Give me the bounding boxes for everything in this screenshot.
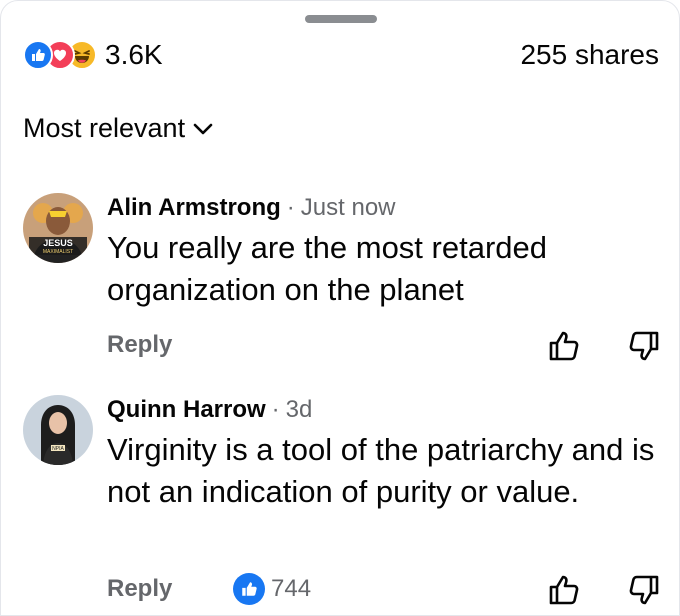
thumbs-down-icon[interactable]	[625, 571, 663, 614]
comment: JESUS MAXIMALIST Alin Armstrong · Just now…	[23, 193, 663, 369]
comments-sheet: 3.6K 255 shares Most relevant JESUS MAXI…	[0, 0, 680, 616]
reply-button[interactable]: Reply	[107, 575, 172, 603]
shares-count[interactable]: 255 shares	[520, 39, 659, 71]
like-count: 744	[271, 575, 312, 602]
comment-meta: Alin Armstrong · Just now	[107, 194, 396, 221]
author-name[interactable]: Quinn Harrow	[107, 396, 266, 423]
reaction-count: 3.6K	[105, 39, 163, 70]
avatar[interactable]: NPIA	[23, 395, 93, 465]
comment-time[interactable]: 3d	[286, 396, 313, 423]
svg-text:JESUS: JESUS	[43, 238, 73, 248]
author-name[interactable]: Alin Armstrong	[107, 194, 281, 221]
chevron-down-icon	[193, 123, 213, 134]
comment-body: Alin Armstrong · Just now You really are t…	[107, 193, 667, 311]
comment-actions: Reply	[107, 327, 663, 367]
comment-actions: Reply 744	[107, 571, 663, 611]
comment-time[interactable]: Just now	[301, 194, 396, 221]
sort-dropdown[interactable]: Most relevant	[23, 113, 213, 144]
like-reaction-icon	[23, 40, 53, 70]
reaction-summary: 3.6K 255 shares	[23, 37, 659, 73]
sort-label: Most relevant	[23, 113, 186, 143]
comment-like-count[interactable]: 744	[233, 573, 311, 605]
avatar[interactable]: JESUS MAXIMALIST	[23, 193, 93, 263]
comment-body: Quinn Harrow · 3d Virginity is a tool of t…	[107, 395, 667, 513]
thumbs-up-icon[interactable]	[545, 571, 583, 614]
thumbs-down-icon[interactable]	[625, 327, 663, 370]
svg-text:MAXIMALIST: MAXIMALIST	[43, 249, 73, 255]
comment-text: You really are the most retarded organiz…	[107, 230, 547, 307]
svg-text:NPIA: NPIA	[52, 446, 64, 452]
reactions-button[interactable]: 3.6K	[23, 39, 163, 71]
comment: NPIA Quinn Harrow · 3d Virginity is a tool…	[23, 395, 663, 609]
drag-handle[interactable]	[305, 15, 377, 23]
like-badge-icon	[233, 573, 265, 605]
thumbs-up-icon[interactable]	[545, 327, 583, 370]
reply-button[interactable]: Reply	[107, 331, 172, 359]
comment-text: Virginity is a tool of the patriarchy an…	[107, 432, 655, 509]
comment-meta: Quinn Harrow · 3d	[107, 396, 313, 423]
